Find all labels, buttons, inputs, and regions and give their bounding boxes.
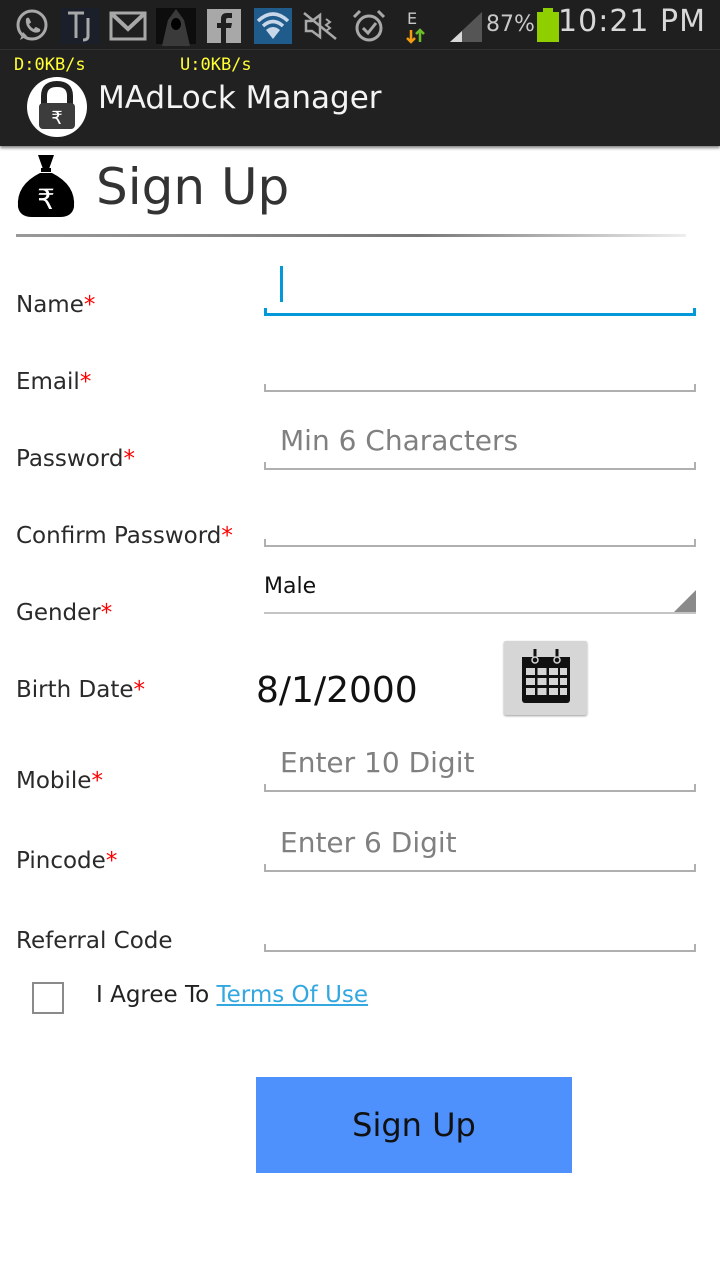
email-field[interactable] xyxy=(264,332,696,392)
battery-percent: 87% xyxy=(486,12,535,37)
password-field[interactable] xyxy=(264,410,696,470)
name-input[interactable] xyxy=(280,264,688,308)
action-bar: D:0KB/s U:0KB/s ₹ MAdLock Manager xyxy=(0,50,720,146)
birth-date-value: 8/1/2000 xyxy=(256,670,418,711)
upload-speed: U:0KB/s xyxy=(180,55,252,75)
mobile-field[interactable] xyxy=(264,732,696,792)
gender-selected-value: Male xyxy=(264,574,317,599)
page-title: Sign Up xyxy=(96,158,290,216)
date-picker-button[interactable] xyxy=(504,641,587,715)
name-label: Name* xyxy=(16,292,96,318)
facebook-icon xyxy=(206,8,242,44)
signal-icon xyxy=(448,8,484,44)
mobile-label: Mobile* xyxy=(16,768,103,794)
download-speed: D:0KB/s xyxy=(14,55,86,75)
mobile-input[interactable] xyxy=(280,740,688,784)
money-bag-icon: ₹ xyxy=(16,155,76,217)
status-bar: E 87% 10:21 PM xyxy=(0,0,720,50)
whatsapp-icon xyxy=(12,8,52,44)
alarm-icon xyxy=(350,8,388,44)
edge-data-icon: E xyxy=(402,8,430,44)
calendar-icon xyxy=(520,647,572,709)
gender-dropdown[interactable]: Male xyxy=(264,572,696,614)
battery-icon xyxy=(537,8,559,42)
wifi-icon xyxy=(254,8,292,44)
email-label: Email* xyxy=(16,369,92,395)
email-input[interactable] xyxy=(280,340,688,384)
clock: 10:21 PM xyxy=(558,4,706,39)
app-title: MAdLock Manager xyxy=(98,80,382,116)
svg-text:₹: ₹ xyxy=(37,183,55,216)
agree-text: I Agree To Terms Of Use xyxy=(96,982,369,1008)
referral-code-label: Referral Code xyxy=(16,928,173,954)
name-field[interactable] xyxy=(264,256,696,316)
terms-of-use-link[interactable]: Terms Of Use xyxy=(217,982,369,1008)
text-cursor xyxy=(280,266,283,302)
header-divider xyxy=(16,234,686,237)
tj-icon xyxy=(60,8,100,44)
pincode-field[interactable] xyxy=(264,812,696,872)
confirm-password-label: Confirm Password* xyxy=(16,523,233,549)
confirm-password-input[interactable] xyxy=(280,495,688,539)
confirm-password-field[interactable] xyxy=(264,487,696,547)
app-lock-logo-icon[interactable]: ₹ xyxy=(26,76,88,138)
dropdown-arrow-icon xyxy=(674,590,696,612)
pincode-input[interactable] xyxy=(280,820,688,864)
referral-code-field[interactable] xyxy=(264,892,696,952)
password-input[interactable] xyxy=(280,418,688,462)
password-label: Password* xyxy=(16,446,135,472)
pincode-label: Pincode* xyxy=(16,848,118,874)
referral-code-input[interactable] xyxy=(280,900,688,944)
mute-icon xyxy=(302,8,338,44)
agree-checkbox[interactable] xyxy=(32,982,64,1014)
sign-up-button[interactable]: Sign Up xyxy=(256,1077,572,1173)
gmail-icon xyxy=(108,8,148,44)
birth-date-label: Birth Date* xyxy=(16,677,146,703)
gender-label: Gender* xyxy=(16,600,113,626)
hacker-app-icon xyxy=(156,8,196,46)
svg-text:₹: ₹ xyxy=(51,108,62,129)
svg-text:E: E xyxy=(407,9,417,28)
